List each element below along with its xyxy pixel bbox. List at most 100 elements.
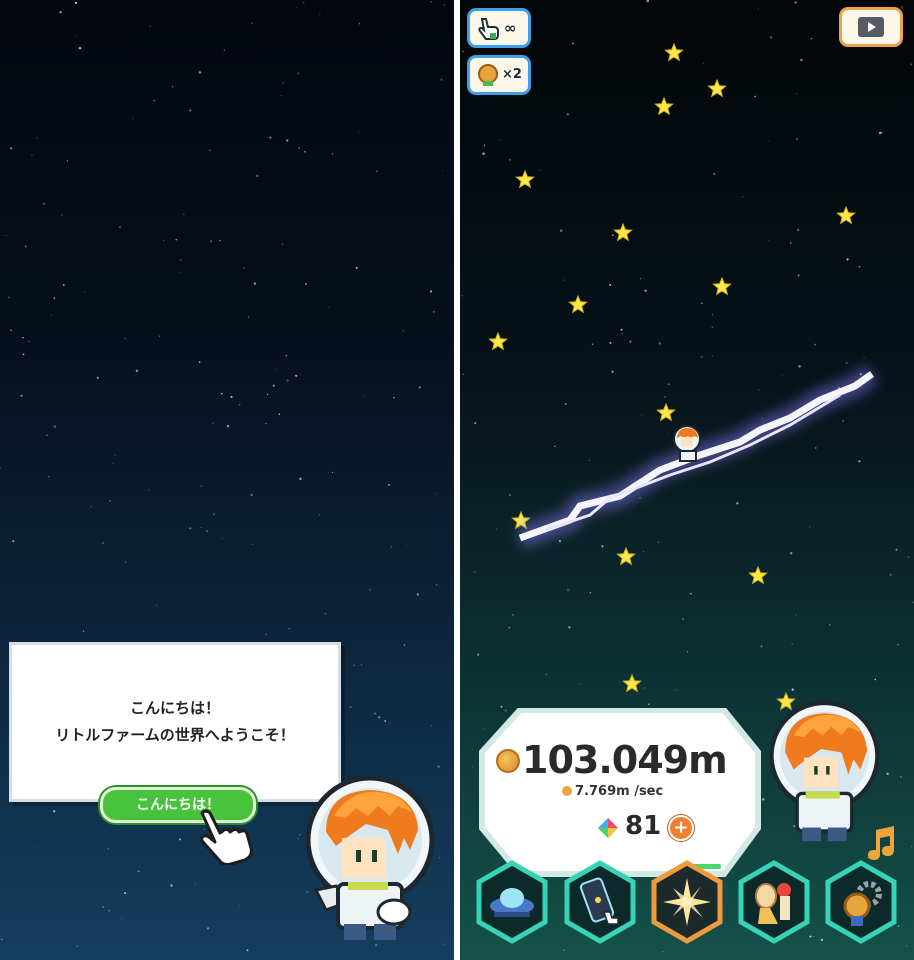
star-dot xyxy=(20,394,23,397)
star-dot xyxy=(209,149,211,152)
star-dot xyxy=(31,154,33,156)
nav-phone-button[interactable] xyxy=(564,860,636,944)
star-dot xyxy=(418,386,421,389)
star-dot xyxy=(358,22,361,25)
star-dot xyxy=(53,425,57,428)
star-dot xyxy=(212,422,214,424)
star-dot xyxy=(285,355,287,357)
star-dot xyxy=(304,282,308,286)
star-dot xyxy=(180,272,181,273)
star-dot xyxy=(256,174,259,177)
gem-count: 81 xyxy=(625,811,662,841)
star-dot xyxy=(223,49,225,51)
star-dot xyxy=(295,374,298,377)
star-dot xyxy=(226,425,230,428)
star-dot xyxy=(278,413,281,416)
star-dot xyxy=(246,949,249,952)
nav-food-button[interactable] xyxy=(738,860,810,944)
star-dot xyxy=(272,384,275,387)
star-dot xyxy=(156,604,158,606)
star-dot xyxy=(90,505,92,508)
star-dot xyxy=(219,239,221,242)
star-dot xyxy=(66,160,69,162)
star-dot xyxy=(376,170,378,172)
star-dot xyxy=(42,202,46,205)
star-dot xyxy=(162,239,165,242)
medal-count-button[interactable]: ×2 xyxy=(470,58,528,92)
star-dot xyxy=(328,306,330,308)
star-dot xyxy=(206,927,210,930)
star-dot xyxy=(12,540,15,543)
star-dot xyxy=(45,434,48,437)
star-dot xyxy=(101,542,104,544)
star-dot xyxy=(5,234,7,237)
star-dot xyxy=(247,316,249,318)
nav-settings-button[interactable] xyxy=(825,860,897,944)
star-dot xyxy=(36,137,38,139)
star-dot xyxy=(118,226,121,229)
star-dot xyxy=(430,1,432,3)
star-dot xyxy=(114,454,116,456)
rate-coin-icon xyxy=(562,786,572,796)
star-dot xyxy=(437,765,440,769)
star-dot xyxy=(50,314,52,316)
star-dot xyxy=(280,95,282,96)
star-dot xyxy=(390,546,393,548)
video-ad-button[interactable] xyxy=(842,10,900,44)
star-dot xyxy=(216,397,218,399)
star-dot xyxy=(349,705,352,709)
star-dot xyxy=(222,537,224,539)
star-dot xyxy=(60,214,63,216)
tap-boost-button[interactable]: ∞ xyxy=(470,11,528,45)
star-dot xyxy=(0,938,3,941)
star-dot xyxy=(299,477,302,481)
star-dot xyxy=(435,584,438,586)
star-dot xyxy=(353,664,355,666)
star-dot xyxy=(59,11,62,14)
astronaut-character xyxy=(305,775,435,940)
star-dot xyxy=(22,336,24,339)
star-dot xyxy=(296,6,298,8)
star-dot xyxy=(368,588,371,591)
star-dot xyxy=(210,240,213,243)
star-dot xyxy=(194,883,196,885)
rate-value: 7.769m /sec xyxy=(575,784,664,799)
star-dot xyxy=(393,396,395,399)
flying-astronaut xyxy=(673,425,701,462)
star-dot xyxy=(74,1,78,5)
star-dot xyxy=(183,213,185,216)
nav-shine-button[interactable] xyxy=(651,860,723,944)
rate-label: 7.769m /sec xyxy=(562,784,663,799)
star-dot xyxy=(432,311,435,313)
star-dot xyxy=(332,153,334,155)
star-dot xyxy=(430,725,432,727)
star-dot xyxy=(112,463,114,465)
star-dot xyxy=(78,46,82,50)
star-dot xyxy=(170,884,173,887)
star-dot xyxy=(0,466,1,469)
distance-coin-icon xyxy=(496,749,520,773)
star-dot xyxy=(153,99,156,102)
star-dot xyxy=(76,35,78,37)
intro-screen: こんにちは！ リトルファームの世界へようこそ！ こんにちは！ xyxy=(0,0,454,960)
star-dot xyxy=(265,423,267,424)
star-dot xyxy=(363,395,365,397)
dialog-line-1: こんにちは！ xyxy=(129,699,220,717)
star-dot xyxy=(53,810,56,813)
star-dot xyxy=(10,329,13,332)
star-dot xyxy=(53,297,56,299)
star-dot xyxy=(230,395,233,399)
star-dot xyxy=(269,136,272,139)
star-dot xyxy=(374,712,376,715)
star-dot xyxy=(189,527,192,530)
star-dot xyxy=(62,284,65,287)
star-dot xyxy=(252,543,254,545)
star-dot xyxy=(251,22,253,24)
add-gems-button[interactable]: + xyxy=(668,815,694,841)
star-dot xyxy=(441,170,444,172)
star-dot xyxy=(189,109,192,112)
nav-ufo-button[interactable] xyxy=(476,860,548,944)
dialog-line-2: リトルファームの世界へようこそ！ xyxy=(55,726,295,744)
video-play-icon xyxy=(858,17,884,37)
music-note-icon[interactable] xyxy=(864,826,898,862)
